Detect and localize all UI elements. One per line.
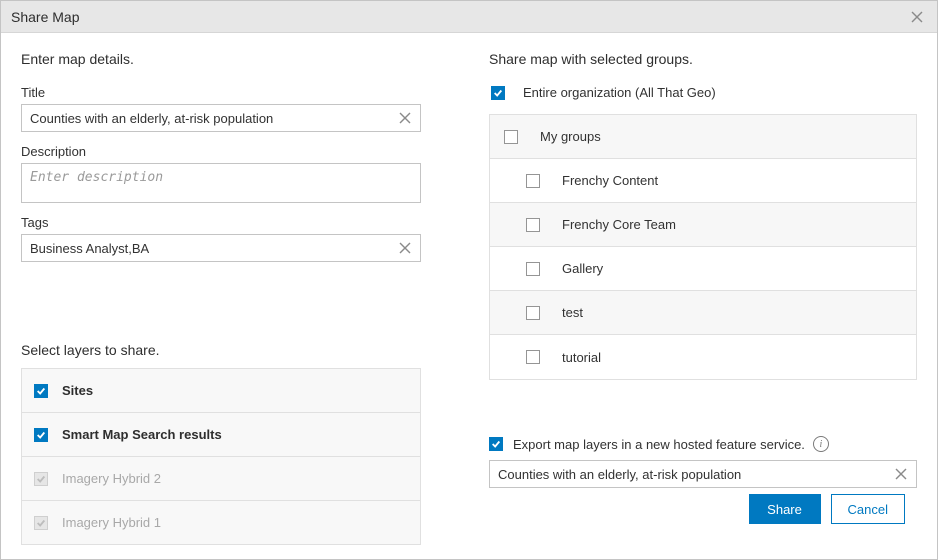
entire-organization-row[interactable]: Entire organization (All That Geo) (489, 85, 917, 100)
export-layers-row[interactable]: Export map layers in a new hosted featur… (489, 436, 917, 452)
close-icon[interactable] (907, 7, 927, 27)
share-map-dialog: Share Map Enter map details. Title Descr… (0, 0, 938, 560)
tags-input[interactable] (21, 234, 421, 262)
dialog-titlebar: Share Map (1, 1, 937, 33)
right-intro: Share map with selected groups. (489, 51, 917, 67)
layer-row[interactable]: Smart Map Search results (22, 413, 420, 457)
group-label: Gallery (562, 261, 603, 276)
layers-section-label: Select layers to share. (21, 342, 449, 358)
layer-label: Sites (62, 383, 93, 398)
group-row[interactable]: test (490, 291, 916, 335)
description-label: Description (21, 144, 449, 159)
group-row[interactable]: tutorial (490, 335, 916, 379)
export-layers-checkbox[interactable] (489, 437, 503, 451)
title-label: Title (21, 85, 449, 100)
clear-export-name-icon[interactable] (889, 460, 913, 488)
my-groups-header-row[interactable]: My groups (490, 115, 916, 159)
layer-label: Imagery Hybrid 1 (62, 515, 161, 530)
export-layers-label: Export map layers in a new hosted featur… (513, 437, 805, 452)
export-name-input-wrap (489, 460, 917, 488)
group-checkbox[interactable] (526, 218, 540, 232)
group-checkbox[interactable] (526, 174, 540, 188)
right-column: Share map with selected groups. Entire o… (489, 51, 917, 545)
group-label: test (562, 305, 583, 320)
layer-checkbox (34, 516, 48, 530)
clear-title-icon[interactable] (393, 104, 417, 132)
entire-organization-checkbox[interactable] (491, 86, 505, 100)
layer-checkbox[interactable] (34, 428, 48, 442)
layer-label: Imagery Hybrid 2 (62, 471, 161, 486)
my-groups-label: My groups (540, 129, 601, 144)
info-icon[interactable]: i (813, 436, 829, 452)
layer-row: Imagery Hybrid 1 (22, 501, 420, 545)
layer-row: Imagery Hybrid 2 (22, 457, 420, 501)
tags-input-wrap (21, 234, 421, 262)
group-row[interactable]: Gallery (490, 247, 916, 291)
group-checkbox[interactable] (526, 306, 540, 320)
export-name-input[interactable] (489, 460, 917, 488)
group-checkbox[interactable] (526, 262, 540, 276)
layer-label: Smart Map Search results (62, 427, 222, 442)
group-label: Frenchy Core Team (562, 217, 676, 232)
share-button[interactable]: Share (749, 494, 821, 524)
group-row[interactable]: Frenchy Content (490, 159, 916, 203)
group-row[interactable]: Frenchy Core Team (490, 203, 916, 247)
my-groups-checkbox[interactable] (504, 130, 518, 144)
dialog-title: Share Map (11, 9, 79, 25)
dialog-footer: Share Cancel (489, 488, 917, 536)
layers-list: Sites Smart Map Search results Imagery Hyb… (21, 368, 421, 545)
cancel-button[interactable]: Cancel (831, 494, 905, 524)
clear-tags-icon[interactable] (393, 234, 417, 262)
groups-list: My groups Frenchy Content Frenchy Core Te… (489, 114, 917, 380)
layer-checkbox (34, 472, 48, 486)
entire-organization-label: Entire organization (All That Geo) (523, 85, 716, 100)
left-column: Enter map details. Title Description Tag… (21, 51, 449, 545)
left-intro: Enter map details. (21, 51, 449, 67)
layer-row[interactable]: Sites (22, 369, 420, 413)
group-label: tutorial (562, 350, 601, 365)
title-input-wrap (21, 104, 421, 132)
tags-label: Tags (21, 215, 449, 230)
dialog-body: Enter map details. Title Description Tag… (1, 33, 937, 559)
title-input[interactable] (21, 104, 421, 132)
group-label: Frenchy Content (562, 173, 658, 188)
description-input[interactable] (21, 163, 421, 203)
group-checkbox[interactable] (526, 350, 540, 364)
layer-checkbox[interactable] (34, 384, 48, 398)
